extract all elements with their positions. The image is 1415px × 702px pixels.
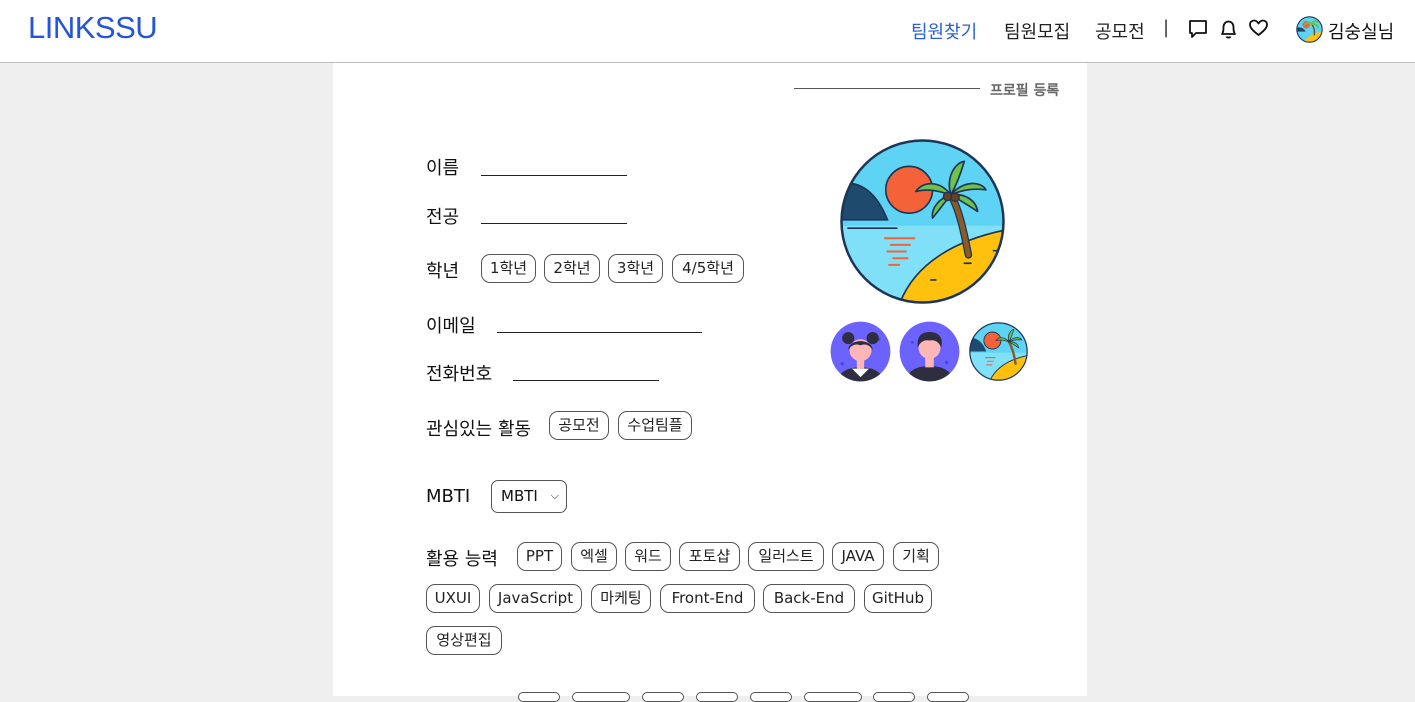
skills-label: 활용 능력	[426, 549, 498, 570]
boy-avatar[interactable]	[899, 321, 960, 382]
skill-chip[interactable]: GitHub	[864, 584, 932, 613]
beach-avatar[interactable]	[968, 321, 1029, 382]
skill-chip[interactable]: Back-End	[763, 584, 855, 613]
cutoff-chip[interactable]	[750, 692, 792, 702]
skill-chip[interactable]: 포토샵	[679, 542, 740, 571]
name-label: 이름	[426, 158, 460, 179]
skill-chip[interactable]: 엑셀	[571, 542, 617, 571]
profile-image-beach	[840, 139, 1005, 304]
skill-chip[interactable]: 영상편집	[426, 626, 502, 655]
interest-chip-contest[interactable]: 공모전	[549, 411, 609, 440]
nav-find-teammates[interactable]: 팀원찾기	[911, 18, 977, 44]
email-field[interactable]	[497, 332, 702, 333]
skill-chip[interactable]: PPT	[517, 542, 562, 571]
name-field[interactable]	[481, 175, 627, 176]
heart-icon[interactable]	[1248, 18, 1269, 38]
cutoff-chip[interactable]	[873, 692, 915, 702]
logo[interactable]: LINKSSU	[28, 10, 158, 46]
skill-chip[interactable]: Front-End	[660, 584, 755, 613]
major-field[interactable]	[481, 223, 627, 224]
chevron-down-icon: ⌵	[550, 489, 559, 502]
section-title: 프로필 등록	[990, 83, 1060, 99]
section-divider-line	[794, 88, 980, 89]
grade-chip-1[interactable]: 1학년	[481, 254, 536, 283]
cutoff-chip[interactable]	[572, 692, 630, 702]
phone-label: 전화번호	[426, 364, 493, 385]
skill-chip[interactable]: UXUI	[426, 584, 480, 613]
mbti-label: MBTI	[426, 486, 471, 507]
grade-chip-2[interactable]: 2학년	[544, 254, 600, 283]
cutoff-chip[interactable]	[927, 692, 969, 702]
grade-chip-3[interactable]: 3학년	[608, 254, 663, 283]
grade-label: 학년	[426, 261, 460, 282]
nav-contests[interactable]: 공모전	[1095, 18, 1145, 44]
cutoff-chip[interactable]	[518, 692, 560, 702]
phone-field[interactable]	[513, 380, 659, 381]
chat-icon[interactable]	[1187, 18, 1209, 40]
user-avatar[interactable]	[1296, 16, 1323, 43]
interest-chip-class-team[interactable]: 수업팀플	[618, 411, 692, 440]
girl-avatar[interactable]	[830, 321, 891, 382]
username[interactable]: 김숭실님	[1328, 18, 1394, 44]
nav-separator: |	[1163, 17, 1170, 38]
skill-chip[interactable]: 마케팅	[591, 584, 651, 613]
top-navigation-bar: LINKSSU 팀원찾기 팀원모집 공모전 | 김숭실님	[0, 0, 1415, 63]
cutoff-chip[interactable]	[696, 692, 738, 702]
skill-chip[interactable]: 일러스트	[748, 542, 824, 571]
skill-chip[interactable]: 기획	[893, 542, 939, 571]
skill-chip[interactable]: 워드	[625, 542, 671, 571]
skill-chip[interactable]: JAVA	[832, 542, 884, 571]
mbti-select-value: MBTI	[501, 487, 538, 505]
grade-chip-4-5[interactable]: 4/5학년	[672, 254, 744, 283]
email-label: 이메일	[426, 316, 476, 337]
cutoff-chip[interactable]	[804, 692, 862, 702]
major-label: 전공	[426, 207, 460, 228]
skill-chip[interactable]: JavaScript	[489, 584, 582, 613]
mbti-select[interactable]: MBTI ⌵	[491, 480, 567, 513]
nav-recruit-teammates[interactable]: 팀원모집	[1004, 18, 1070, 44]
interest-label: 관심있는 활동	[426, 419, 532, 440]
cutoff-chip[interactable]	[642, 692, 684, 702]
bell-icon[interactable]	[1218, 18, 1239, 40]
